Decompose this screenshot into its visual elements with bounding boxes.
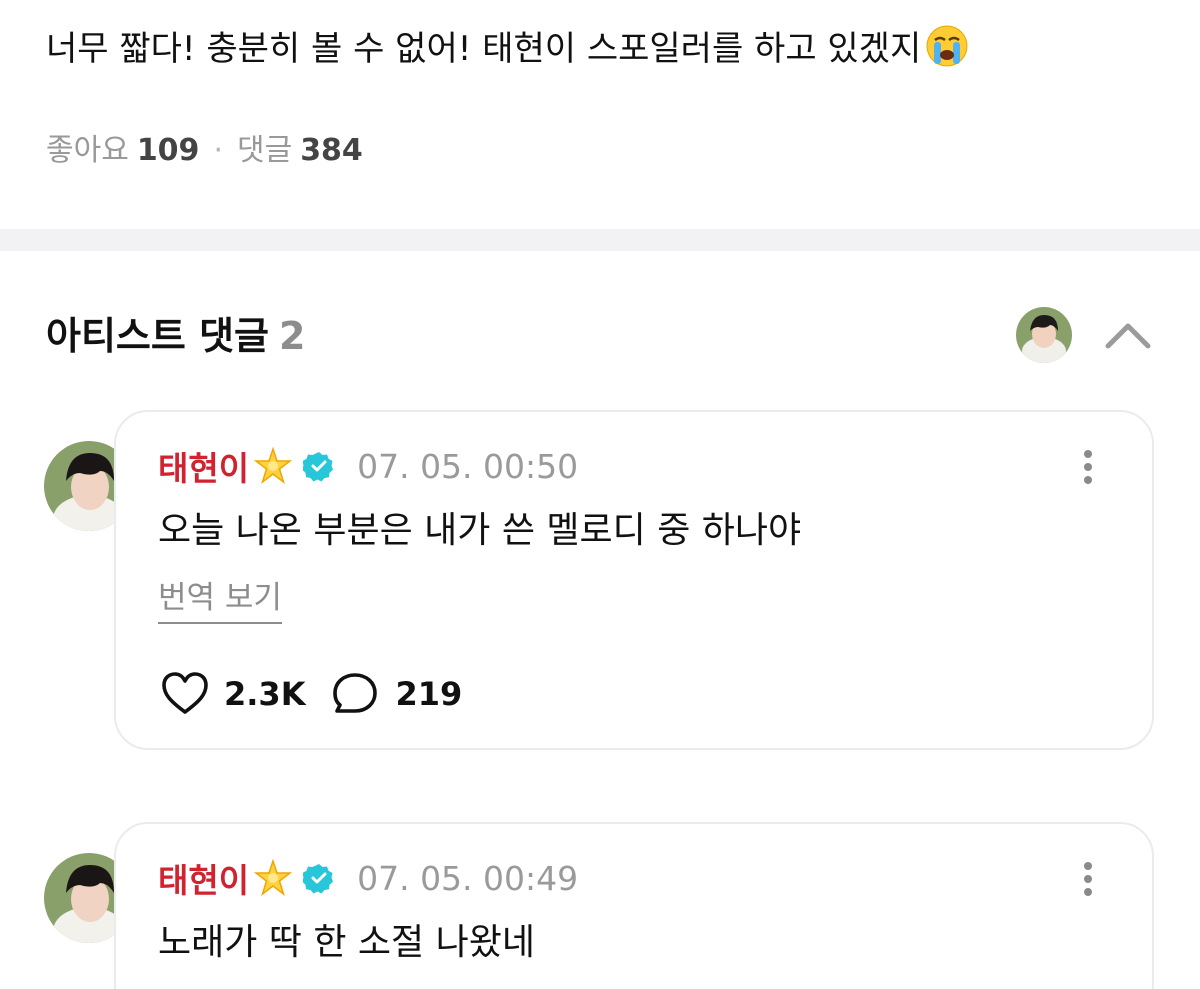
verified-badge-icon <box>302 450 335 482</box>
artist-comments-count: 2 <box>279 314 306 358</box>
crying-face-icon <box>925 24 969 68</box>
artist-avatar[interactable] <box>1016 307 1072 363</box>
stats-separator: · <box>213 133 223 168</box>
more-options-icon[interactable] <box>1082 448 1094 486</box>
comment-header: 태현이 07. 05. 00:50 <box>158 446 579 489</box>
comment-time: 07. 05. 00:50 <box>357 446 579 486</box>
comment-actions: 2.3K 219 <box>160 670 462 718</box>
comment-card: 태현이 07. 05. 00:49 노래가 딱 한 소절 나왔네 <box>114 822 1154 989</box>
star-icon <box>253 446 293 486</box>
section-divider <box>0 229 1200 251</box>
likes-label: 좋아요 <box>46 133 129 168</box>
author-name[interactable]: 태현이 <box>158 442 249 490</box>
reply-count: 219 <box>395 675 463 713</box>
artist-comments-label: 아티스트 댓글 <box>46 314 269 358</box>
collapse-button[interactable] <box>1102 312 1154 356</box>
comment-text: 노래가 딱 한 소절 나왔네 <box>158 922 535 963</box>
comment-text: 오늘 나온 부분은 내가 쓴 멜로디 중 하나야 <box>158 510 802 551</box>
comment-bubble-icon[interactable] <box>331 671 381 717</box>
chevron-up-icon <box>1105 323 1151 349</box>
more-options-icon[interactable] <box>1082 860 1094 898</box>
author-name[interactable]: 태현이 <box>158 854 249 902</box>
artist-comments-title: 아티스트 댓글 2 <box>46 308 305 364</box>
like-count: 2.3K <box>224 675 306 713</box>
post-stats: 좋아요 109 · 댓글 384 <box>46 128 363 174</box>
heart-icon[interactable] <box>160 671 210 717</box>
star-icon <box>253 858 293 898</box>
comment-card: 태현이 07. 05. 00:50 오늘 나온 부분은 내가 쓴 멜로디 중 하… <box>114 410 1154 750</box>
post-text: 너무 짧다! 충분히 볼 수 없어! 태현이 스포일러를 하고 있겠지 <box>46 24 969 73</box>
comment-time: 07. 05. 00:49 <box>357 858 579 898</box>
comments-count[interactable]: 384 <box>300 133 363 168</box>
verified-badge-icon <box>302 862 335 894</box>
comment-header: 태현이 07. 05. 00:49 <box>158 858 579 901</box>
comments-label[interactable]: 댓글 <box>237 133 292 168</box>
translate-link[interactable]: 번역 보기 <box>158 578 282 624</box>
post-body: 너무 짧다! 충분히 볼 수 없어! 태현이 스포일러를 하고 있겠지 <box>46 29 922 69</box>
likes-count: 109 <box>136 133 200 168</box>
